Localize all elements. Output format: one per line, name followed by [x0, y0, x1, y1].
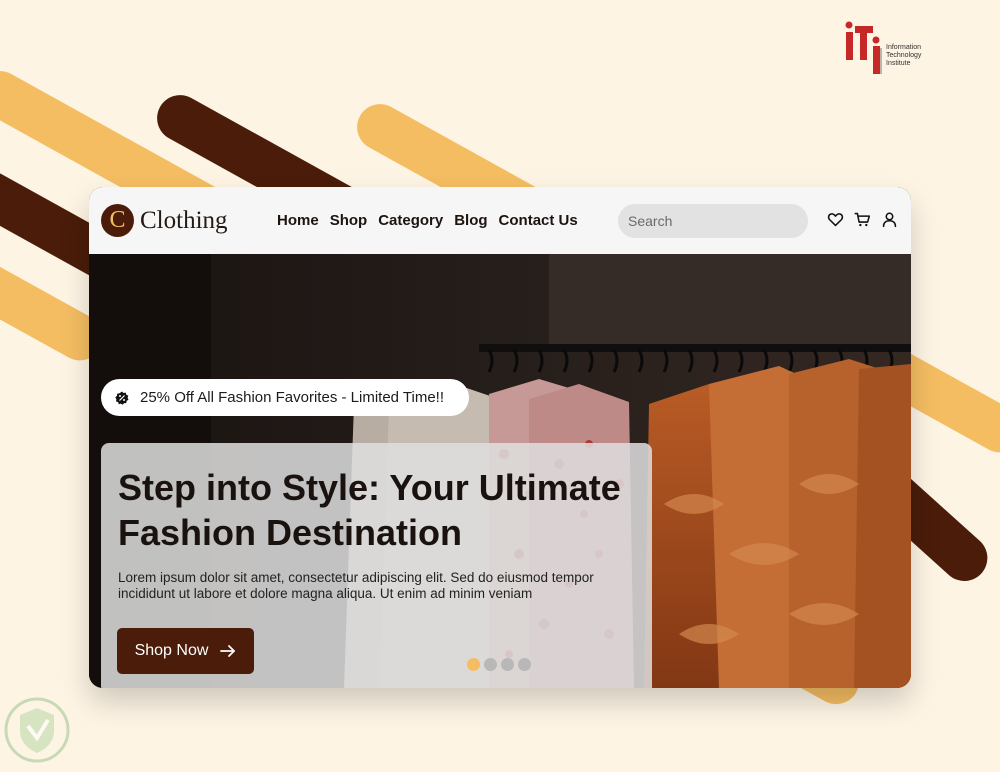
hero-title: Step into Style: Your Ultimate Fashion D…: [118, 467, 621, 553]
iti-logo-mark: [845, 21, 882, 74]
promo-banner[interactable]: 25% Off All Fashion Favorites - Limited …: [101, 379, 469, 416]
nav-shop[interactable]: Shop: [330, 212, 368, 229]
carousel-dot[interactable]: [501, 658, 514, 671]
cart-icon[interactable]: [854, 211, 871, 228]
shield-badge-logo: [4, 697, 70, 763]
nav-menu: Home Shop Category Blog Contact Us: [277, 212, 578, 229]
brand-logo[interactable]: C Clothing: [101, 204, 228, 237]
search-bar: [618, 204, 809, 238]
carousel-dot[interactable]: [484, 658, 497, 671]
brand-name: Clothing: [140, 206, 228, 234]
nav-category[interactable]: Category: [378, 212, 443, 229]
user-icon[interactable]: [881, 211, 898, 228]
nav-blog[interactable]: Blog: [454, 212, 487, 229]
hero-description: Lorem ipsum dolor sit amet, consectetur …: [118, 570, 594, 601]
arrow-right-icon: [220, 645, 236, 657]
nav-home[interactable]: Home: [277, 212, 319, 229]
shop-now-button[interactable]: Shop Now: [117, 628, 254, 674]
hero-section: 25% Off All Fashion Favorites - Limited …: [89, 254, 911, 688]
shop-now-label: Shop Now: [134, 642, 209, 659]
carousel-dot[interactable]: [518, 658, 531, 671]
website-mockup: C Clothing Home Shop Category Blog Conta…: [89, 187, 911, 688]
navbar: C Clothing Home Shop Category Blog Conta…: [89, 187, 911, 254]
hero-content-panel: Step into Style: Your Ultimate Fashion D…: [101, 443, 652, 688]
search-input[interactable]: [628, 213, 809, 229]
promo-text: 25% Off All Fashion Favorites - Limited …: [140, 389, 445, 406]
nav-icons: [827, 211, 898, 228]
brand-mark: C: [101, 204, 134, 237]
iti-logo-text: Information Technology Institute: [886, 44, 922, 67]
carousel-dot[interactable]: [467, 658, 480, 671]
heart-icon[interactable]: [827, 211, 844, 228]
iti-logo: Information Technology Institute: [844, 20, 934, 80]
discount-badge-icon: [115, 391, 129, 405]
carousel-indicators: [467, 658, 531, 671]
nav-contact-us[interactable]: Contact Us: [499, 212, 578, 229]
